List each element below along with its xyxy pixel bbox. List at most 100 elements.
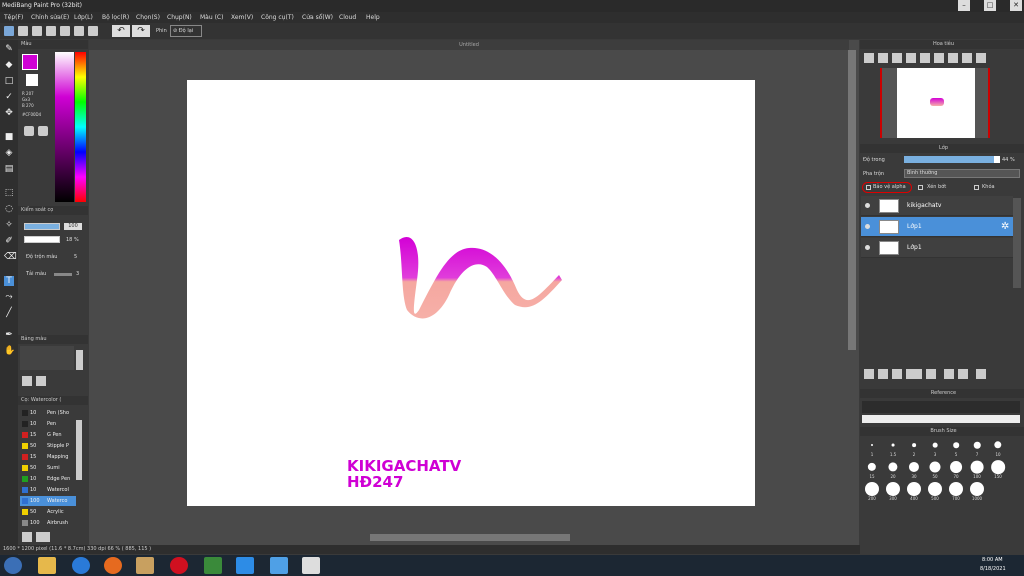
color-box-scrollbar[interactable] [76,350,83,370]
lasso-icon[interactable]: ◌ [4,204,14,214]
eye-icon[interactable] [865,245,870,250]
new-layer-icon[interactable] [864,369,874,379]
actual-size-icon[interactable] [906,53,916,63]
color-box-delete-icon[interactable] [36,376,46,386]
brush-list-item[interactable]: 100 Airbrush [20,518,76,528]
eye-icon[interactable] [865,224,870,229]
menu-view[interactable]: Xem(V) [231,14,253,21]
operation-tool-icon[interactable]: ⤳ [4,292,14,302]
brush-list-item[interactable]: 10 Watercol [20,485,76,495]
bucket-tool-icon[interactable]: ◈ [4,148,14,158]
ie-icon[interactable] [72,557,90,574]
eyedropper-icon[interactable]: ✒ [4,330,14,340]
clipping-checkbox[interactable] [918,185,923,190]
menu-window[interactable]: Cửa sổ(W) [302,14,333,21]
brush-size-cell[interactable]: 7 [967,437,987,458]
brush-list-item[interactable]: 10 Pen (Sho [20,408,76,418]
delete-layer-icon[interactable] [976,369,986,379]
brush-size-cell[interactable]: 100 [967,459,987,480]
opera-icon[interactable] [170,557,188,574]
file-explorer-icon[interactable] [38,557,56,574]
reference-area[interactable] [862,415,1020,423]
brush-list-scrollbar[interactable] [76,420,82,480]
eraser-tool-icon[interactable]: ◆ [4,60,14,70]
menu-select[interactable]: Chọn(S) [136,14,160,21]
media-player-icon[interactable] [136,557,154,574]
menu-help[interactable]: Help [366,14,380,21]
brush-size-cell[interactable]: 5 [946,437,966,458]
brush-list-item[interactable]: 15 G Pen [20,430,76,440]
rotate-right-icon[interactable] [934,53,944,63]
brush-list-item[interactable]: 50 Sumi [20,463,76,473]
gear-icon[interactable]: ✲ [1001,221,1009,232]
magic-wand-icon[interactable]: ✧ [4,220,14,230]
grid-icon[interactable] [60,26,70,36]
layer-row-selected[interactable]: Lớp1 ✲ [861,217,1013,237]
toolbar-dolai-button[interactable]: ⊘ Độ lại [170,25,202,37]
close-button[interactable]: ✕ [1010,0,1022,11]
gradient-tool-icon[interactable]: ▤ [4,164,14,174]
brush-list-item[interactable]: 10 Edge Pen [20,474,76,484]
reset-rotate-icon[interactable] [948,53,958,63]
canvas-vscroll[interactable] [848,50,856,350]
brush-size-cell[interactable]: 30 [904,459,924,480]
select-pen-icon[interactable]: ✐ [4,236,14,246]
brush-size-cell[interactable]: 400 [904,481,924,502]
select-rect-icon[interactable]: ⬚ [4,188,14,198]
brush-list-item[interactable]: 15 Mapping [20,452,76,462]
secondary-color-swatch[interactable] [26,74,38,86]
brush-size-cell[interactable]: 200 [862,481,882,502]
zoom-in-icon[interactable] [864,53,874,63]
crop-icon[interactable] [88,26,98,36]
medibang-icon[interactable] [302,557,320,574]
cloud-icon[interactable] [4,26,14,36]
redo-button[interactable]: ↷ [132,25,150,37]
menu-layer[interactable]: Lớp(L) [74,14,93,21]
layer-list-scrollbar[interactable] [1013,198,1021,288]
move-tool-icon[interactable]: ✥ [4,108,14,118]
brush-size-cell[interactable]: 1000 [967,481,987,502]
palette-icon[interactable] [24,126,34,136]
navigator-preview[interactable] [880,68,990,138]
menu-file[interactable]: Tệp(F) [4,14,23,21]
color-box-add-icon[interactable] [22,376,32,386]
canvas-hscroll[interactable] [370,534,570,541]
flip-vertical-icon[interactable] [976,53,986,63]
layer-row[interactable]: Lớp1 [861,238,1013,258]
zoom-out-icon[interactable] [878,53,888,63]
merge-layer-icon[interactable] [958,369,968,379]
undo-button[interactable]: ↶ [112,25,130,37]
brush-add-icon[interactable] [22,532,32,542]
brush-size-cell[interactable]: 15 [862,459,882,480]
brush-size-cell[interactable]: 1 [862,437,882,458]
rotate-left-icon[interactable] [920,53,930,63]
primary-color-swatch[interactable] [22,54,38,70]
folder-icon[interactable] [926,369,936,379]
load-color-slider[interactable] [54,273,72,276]
color-gradient-picker[interactable] [55,52,74,202]
canvas-paper[interactable]: KIKIGACHATV HĐ247 [187,80,755,506]
new-file-icon[interactable] [18,26,28,36]
app-icon[interactable] [204,557,222,574]
open-file-icon[interactable] [32,26,42,36]
brush-size-slider[interactable] [24,223,60,230]
firefox-icon[interactable] [104,557,122,574]
rect-fill-icon[interactable]: ■ [4,132,14,142]
menu-color[interactable]: Màu (C) [200,14,223,21]
menu-edit[interactable]: Chỉnh sửa(E) [31,14,69,21]
select-eraser-icon[interactable]: ⌫ [4,252,17,262]
layer-opacity-slider[interactable] [904,156,1000,163]
brush-size-cell[interactable]: 1.5 [883,437,903,458]
snap-icon[interactable] [74,26,84,36]
document-tab[interactable]: Untitled [89,40,849,50]
brush-list-item[interactable]: 50 Stipple P [20,441,76,451]
menu-capture[interactable]: Chụp(N) [167,14,192,21]
zalo-icon[interactable] [236,557,254,574]
flip-icon[interactable] [962,53,972,63]
blend-select[interactable]: Bình thường [904,169,1020,178]
palette-add-icon[interactable] [38,126,48,136]
layer-menu-icon[interactable] [906,369,922,379]
brush-size-cell[interactable]: 150 [988,459,1008,480]
new-layer-1bit-icon[interactable] [892,369,902,379]
copy-layer-icon[interactable] [944,369,954,379]
